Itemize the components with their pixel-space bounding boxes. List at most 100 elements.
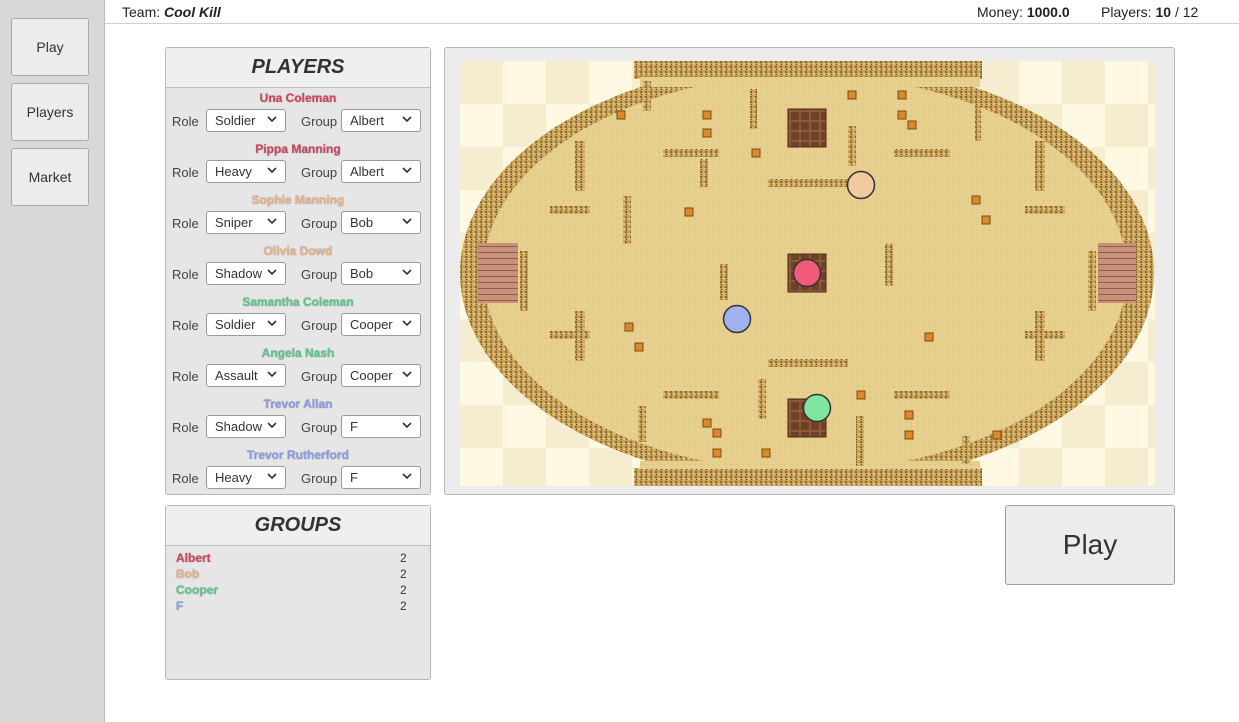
play-button[interactable]: Play — [1005, 505, 1175, 585]
chevron-down-icon — [266, 164, 278, 176]
side-nav: Play Players Market — [0, 0, 105, 722]
player-row: Pippa Manning Role Heavy Group Albert — [166, 139, 430, 190]
nav-play-button[interactable]: Play — [11, 18, 89, 76]
group-label: Group — [301, 318, 338, 333]
role-value: Soldier — [215, 317, 256, 332]
role-value: Assault — [215, 368, 258, 383]
money-label: Money: — [977, 4, 1023, 20]
player-name: Samantha Coleman — [242, 295, 354, 309]
group-row: Bob 2 — [166, 566, 430, 582]
players-panel-title: PLAYERS — [166, 48, 430, 88]
group-count: 2 — [400, 567, 407, 581]
role-select[interactable]: Shadow — [206, 415, 286, 438]
group-select[interactable]: Cooper — [341, 364, 421, 387]
group-select[interactable]: Bob — [341, 211, 421, 234]
wall-segment — [962, 436, 970, 464]
players-count-info: Players: 10 / 12 — [1101, 4, 1198, 20]
wall-segment — [885, 244, 893, 286]
item-pickup — [924, 332, 934, 342]
group-label: Group — [301, 114, 338, 129]
arena-wall-top — [634, 61, 982, 79]
role-value: Heavy — [215, 164, 252, 179]
role-select[interactable]: Sniper — [206, 211, 286, 234]
group-value: Cooper — [350, 317, 393, 332]
arena-floor-bottom-strip — [640, 461, 980, 469]
player-name: Sophie Manning — [251, 193, 345, 207]
group-label: Group — [301, 216, 338, 231]
groups-panel: GROUPS Albert 2 Bob 2 Cooper 2 F 2 — [165, 505, 431, 680]
item-pickup — [897, 110, 907, 120]
groups-panel-title: GROUPS — [166, 506, 430, 546]
group-marker-cooper — [802, 393, 832, 423]
role-value: Soldier — [215, 113, 256, 128]
role-value: Sniper — [215, 215, 253, 230]
arena-map[interactable] — [460, 61, 1155, 486]
wall-segment — [758, 379, 766, 419]
wall-segment — [575, 141, 585, 191]
nav-market-button[interactable]: Market — [11, 148, 89, 206]
item-pickup — [981, 215, 991, 225]
role-label: Role — [172, 165, 199, 180]
role-select[interactable]: Shadow — [206, 262, 286, 285]
player-name: Una Coleman — [259, 91, 337, 105]
top-status-bar: Team: Cool Kill Money: 1000.0 Players: 1… — [105, 0, 1239, 24]
group-value: F — [350, 470, 358, 485]
arena-floor-top-strip — [640, 77, 980, 87]
chevron-down-icon — [401, 266, 413, 278]
item-pickup — [907, 120, 917, 130]
role-label: Role — [172, 114, 199, 129]
role-select[interactable]: Assault — [206, 364, 286, 387]
group-row: Albert 2 — [166, 550, 430, 566]
wall-segment — [1025, 206, 1065, 214]
player-row: Una Coleman Role Soldier Group Albert — [166, 88, 430, 139]
item-pickup — [847, 90, 857, 100]
map-panel — [444, 47, 1175, 495]
group-count: 2 — [400, 583, 407, 597]
item-pickup — [897, 90, 907, 100]
player-name: Trevor Allan — [263, 397, 333, 411]
chevron-down-icon — [401, 368, 413, 380]
main-area: Team: Cool Kill Money: 1000.0 Players: 1… — [105, 0, 1239, 722]
chevron-down-icon — [266, 368, 278, 380]
chevron-down-icon — [266, 266, 278, 278]
wall-segment — [894, 391, 950, 399]
nav-players-button[interactable]: Players — [11, 83, 89, 141]
item-pickup — [856, 390, 866, 400]
role-select[interactable]: Soldier — [206, 313, 286, 336]
group-label: Group — [301, 267, 338, 282]
role-value: Heavy — [215, 470, 252, 485]
money-info: Money: 1000.0 — [977, 4, 1070, 20]
item-pickup — [751, 148, 761, 158]
role-select[interactable]: Heavy — [206, 466, 286, 489]
player-name: Trevor Rutherford — [246, 448, 349, 462]
player-row: Trevor Allan Role Shadow Group F — [166, 394, 430, 445]
group-value: Cooper — [350, 368, 393, 383]
wall-segment — [1025, 331, 1065, 339]
group-name: F — [176, 599, 184, 613]
group-name: Cooper — [176, 583, 218, 597]
item-pickup — [616, 110, 626, 120]
role-select[interactable]: Heavy — [206, 160, 286, 183]
group-select[interactable]: Albert — [341, 109, 421, 132]
group-value: Albert — [350, 164, 384, 179]
role-select[interactable]: Soldier — [206, 109, 286, 132]
group-label: Group — [301, 420, 338, 435]
player-row: Trevor Rutherford Role Heavy Group F — [166, 445, 430, 496]
group-select[interactable]: Cooper — [341, 313, 421, 336]
item-pickup — [904, 410, 914, 420]
wall-segment — [975, 91, 981, 141]
players-panel: PLAYERS Una Coleman Role Soldier Group A… — [165, 47, 431, 495]
group-select[interactable]: Bob — [341, 262, 421, 285]
group-select[interactable]: F — [341, 415, 421, 438]
chevron-down-icon — [266, 113, 278, 125]
wall-segment — [520, 251, 528, 311]
chevron-down-icon — [266, 215, 278, 227]
group-select[interactable]: Albert — [341, 160, 421, 183]
chevron-down-icon — [401, 317, 413, 329]
item-pickup — [992, 430, 1002, 440]
group-select[interactable]: F — [341, 466, 421, 489]
players-max: / 12 — [1174, 4, 1199, 20]
role-label: Role — [172, 369, 199, 384]
item-pickup — [904, 430, 914, 440]
group-marker-f — [722, 304, 752, 334]
